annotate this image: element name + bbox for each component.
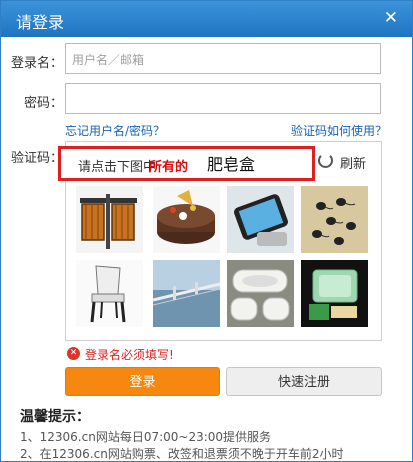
cake-image bbox=[157, 190, 215, 244]
captcha-tile-tadpoles[interactable] bbox=[301, 186, 368, 253]
captcha-tile-cake[interactable] bbox=[153, 186, 220, 253]
captcha-tile-soap-dishes[interactable] bbox=[227, 260, 294, 327]
refresh-icon[interactable] bbox=[318, 153, 333, 168]
captcha-prompt-target: 肥皂盒 bbox=[207, 155, 256, 174]
captcha-tile-chair[interactable] bbox=[76, 260, 143, 327]
captcha-label: 验证码： bbox=[10, 151, 63, 166]
password-label: 密码： bbox=[23, 96, 63, 111]
tip-item-1: 1、12306.cn网站每日07:00~23:00提供服务 bbox=[20, 430, 272, 444]
tips-title: 温馨提示： bbox=[20, 409, 90, 425]
tip-item-2: 2、在12306.cn网站购票、改签和退票须不晚于开车前2小时 bbox=[20, 447, 344, 461]
tadpoles-image bbox=[312, 198, 356, 245]
captcha-tile-trash-bins[interactable] bbox=[76, 186, 143, 253]
soap-box-image bbox=[309, 269, 358, 320]
error-message: 登录名必须填写! bbox=[85, 348, 174, 362]
login-button[interactable]: 登录 bbox=[65, 367, 220, 396]
error-icon: ✕ bbox=[67, 347, 80, 360]
bridge-image bbox=[153, 260, 220, 327]
username-input[interactable]: 用户名／邮箱 bbox=[65, 43, 381, 74]
quick-register-button[interactable]: 快速注册 bbox=[226, 367, 382, 396]
username-placeholder: 用户名／邮箱 bbox=[72, 53, 145, 67]
captcha-help-link[interactable]: 验证码如何使用？ bbox=[291, 122, 387, 139]
forgot-password-link[interactable]: 忘记用户名/密码？ bbox=[65, 122, 165, 139]
phone-image bbox=[234, 194, 288, 246]
chair-image bbox=[90, 265, 126, 323]
login-dialog: 请登录 ✕ 登录名： 用户名／邮箱 密码： 忘记用户名/密码？ 验证码如何使用？… bbox=[0, 0, 413, 462]
close-icon[interactable]: ✕ bbox=[384, 9, 398, 27]
captcha-tile-phone[interactable] bbox=[227, 186, 294, 253]
refresh-button[interactable]: 刷新 bbox=[340, 153, 366, 172]
captcha-prompt-highlight: 所有的 bbox=[149, 160, 189, 175]
trash-bins-image bbox=[80, 194, 137, 249]
captcha-tile-soap-box[interactable] bbox=[301, 260, 368, 327]
soap-dishes-image bbox=[230, 269, 290, 321]
captcha-prompt-prefix: 请点击下图中 bbox=[78, 160, 157, 175]
password-input[interactable] bbox=[65, 83, 381, 114]
captcha-tile-bridge[interactable] bbox=[153, 260, 220, 327]
dialog-titlebar: 请登录 ✕ bbox=[1, 1, 412, 37]
dialog-title: 请登录 bbox=[16, 13, 65, 32]
captcha-prompt: 请点击下图中 所有的 肥皂盒 bbox=[58, 146, 315, 181]
username-label: 登录名： bbox=[10, 56, 63, 71]
